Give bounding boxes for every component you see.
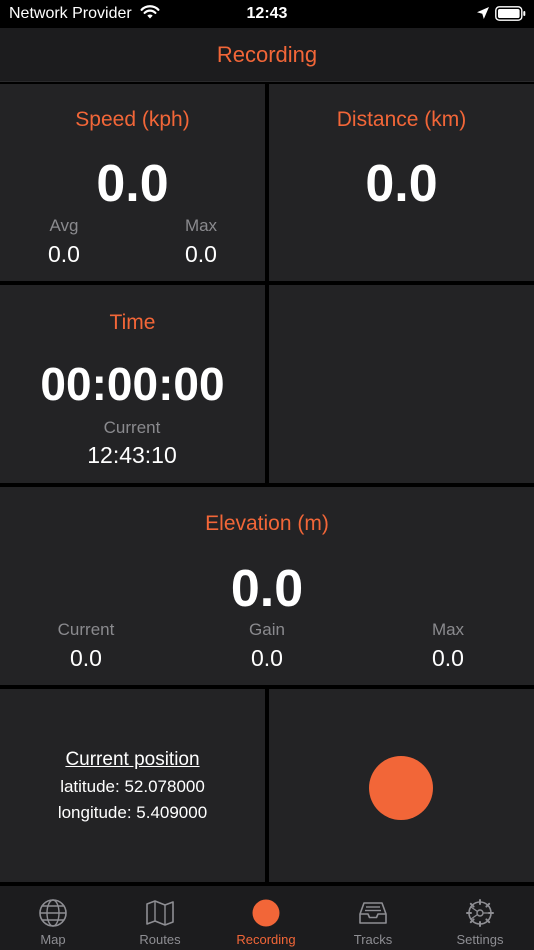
elevation-max-label: Max	[431, 620, 465, 639]
elevation-panel: Elevation (m) 0.0 Current 0.0 Gain 0.0 M…	[0, 487, 534, 685]
tray-icon	[359, 902, 387, 924]
tab-routes[interactable]: Routes	[107, 886, 213, 950]
elevation-max-value: 0.0	[432, 645, 464, 671]
time-title: Time	[109, 311, 156, 334]
speed-max-value: 0.0	[185, 241, 217, 267]
position-title: Current position	[65, 749, 200, 770]
distance-title: Distance (km)	[336, 108, 467, 131]
tab-tracks[interactable]: Tracks	[320, 886, 426, 950]
status-bar: Network Provider 12:43	[0, 0, 534, 28]
tab-recording-label: Recording	[236, 932, 296, 947]
speed-avg-label: Avg	[49, 216, 79, 235]
tab-tracks-label: Tracks	[353, 932, 393, 947]
distance-panel: Distance (km) 0.0	[269, 84, 534, 281]
tab-map[interactable]: Map	[0, 886, 106, 950]
record-icon	[252, 899, 280, 927]
battery-icon	[495, 6, 526, 21]
latitude-text: latitude: 52.078000	[60, 777, 205, 796]
record-button[interactable]	[369, 756, 433, 820]
tab-routes-label: Routes	[139, 932, 181, 947]
tab-recording[interactable]: Recording	[213, 886, 319, 950]
speed-avg-value: 0.0	[48, 241, 80, 267]
longitude-text: longitude: 5.409000	[57, 803, 208, 822]
elapsed-time-value: 00:00:00	[40, 358, 225, 410]
map-icon	[146, 900, 174, 926]
location-arrow-icon	[477, 7, 489, 19]
gear-icon	[466, 899, 494, 927]
elevation-value: 0.0	[230, 560, 304, 618]
navigation-bar: Recording	[0, 28, 534, 82]
record-panel	[269, 689, 534, 882]
current-time-value: 12:43:10	[87, 442, 177, 468]
globe-icon	[39, 899, 67, 927]
tab-settings[interactable]: Settings	[427, 886, 533, 950]
speed-title: Speed (kph)	[75, 108, 190, 131]
distance-value: 0.0	[365, 155, 438, 213]
position-panel: Current position latitude: 52.078000 lon…	[0, 689, 265, 882]
page-title: Recording	[216, 42, 318, 67]
empty-panel	[269, 285, 534, 483]
current-time-label: Current	[103, 418, 161, 437]
tab-map-label: Map	[40, 932, 66, 947]
speed-panel: Speed (kph) 0.0 Avg 0.0 Max 0.0	[0, 84, 265, 281]
speed-max-label: Max	[184, 216, 218, 235]
elevation-current-value: 0.0	[70, 645, 102, 671]
tab-bar: Map Routes Recording Tracks Settings	[0, 886, 534, 950]
elevation-gain-label: Gain	[249, 620, 285, 639]
elevation-gain-value: 0.0	[251, 645, 283, 671]
elevation-title: Elevation (m)	[205, 512, 329, 535]
tab-settings-label: Settings	[456, 932, 504, 947]
speed-value: 0.0	[96, 155, 169, 213]
time-panel: Time 00:00:00 Current 12:43:10	[0, 285, 265, 483]
elevation-current-label: Current	[57, 620, 115, 639]
clock-time: 12:43	[246, 5, 288, 22]
